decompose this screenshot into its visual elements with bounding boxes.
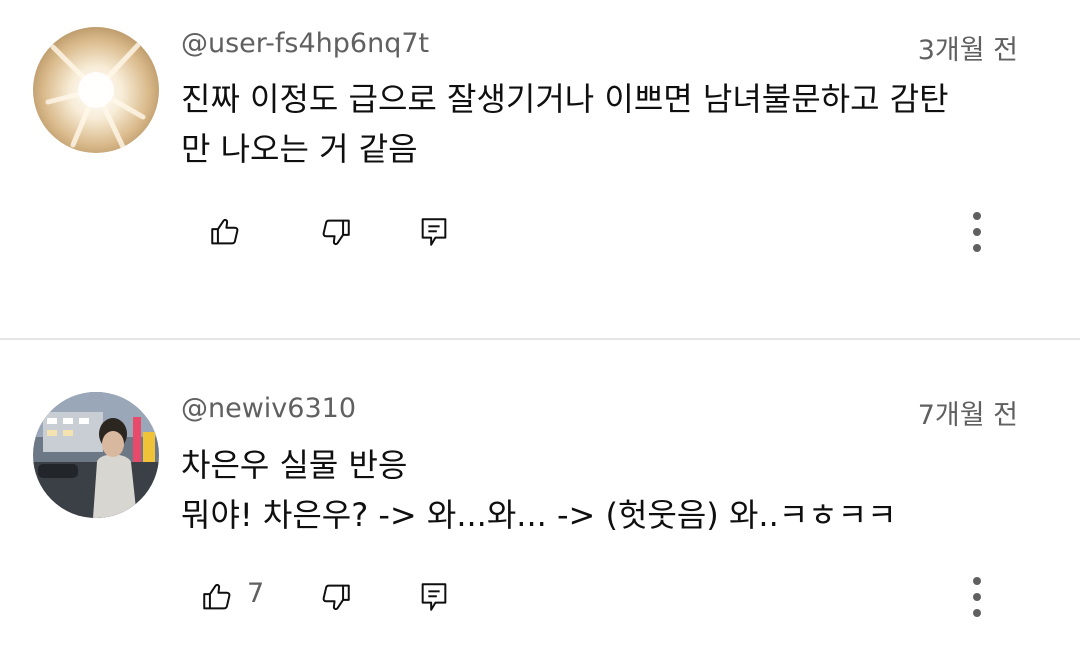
comment-thread-2: @newiv6310 7개월 전 차은우 실물 반응 뭐야! 차은우? -> 와… (0, 340, 1080, 648)
thumb-up-icon (211, 218, 239, 245)
comment-timestamp: 3개월 전 (917, 35, 1018, 66)
comment-author[interactable]: @newiv6310 (181, 393, 356, 424)
thumb-up-icon (203, 583, 231, 610)
comment-timestamp: 7개월 전 (917, 400, 1018, 431)
comment-text-line: 진짜 이정도 급으로 잘생기거나 이쁘면 남녀불문하고 감탄 (181, 80, 949, 118)
comment-text-line: 뭐야! 차은우? -> 와...와... -> (헛웃음) 와..ㅋㅎㅋㅋ (181, 496, 897, 534)
like-count: 7 (247, 578, 265, 609)
like-button[interactable] (201, 208, 249, 256)
thumb-down-icon (322, 584, 350, 611)
comment-text: 진짜 이정도 급으로 잘생기거나 이쁘면 남녀불문하고 감탄 만 나오는 거 같… (181, 74, 949, 174)
more-options-button[interactable] (953, 573, 1001, 621)
like-button[interactable] (193, 573, 241, 621)
more-vertical-icon (973, 577, 981, 617)
reply-button[interactable] (410, 573, 458, 621)
comment-text-line: 차은우 실물 반응 (181, 446, 408, 484)
reply-icon (421, 218, 447, 246)
avatar[interactable] (33, 27, 159, 153)
comment-thread-1: @user-fs4hp6nq7t 3개월 전 진짜 이정도 급으로 잘생기거나 … (0, 0, 1080, 338)
avatar[interactable] (33, 392, 159, 518)
more-vertical-icon (973, 212, 981, 252)
comment-text: 차은우 실물 반응 뭐야! 차은우? -> 와...와... -> (헛웃음) … (181, 440, 897, 540)
thumb-down-icon (322, 219, 350, 246)
comment-author[interactable]: @user-fs4hp6nq7t (181, 28, 429, 59)
reply-icon (421, 583, 447, 611)
dislike-button[interactable] (312, 208, 360, 256)
more-options-button[interactable] (953, 208, 1001, 256)
dislike-button[interactable] (312, 573, 360, 621)
comment-text-line: 만 나오는 거 같음 (181, 130, 418, 168)
reply-button[interactable] (410, 208, 458, 256)
